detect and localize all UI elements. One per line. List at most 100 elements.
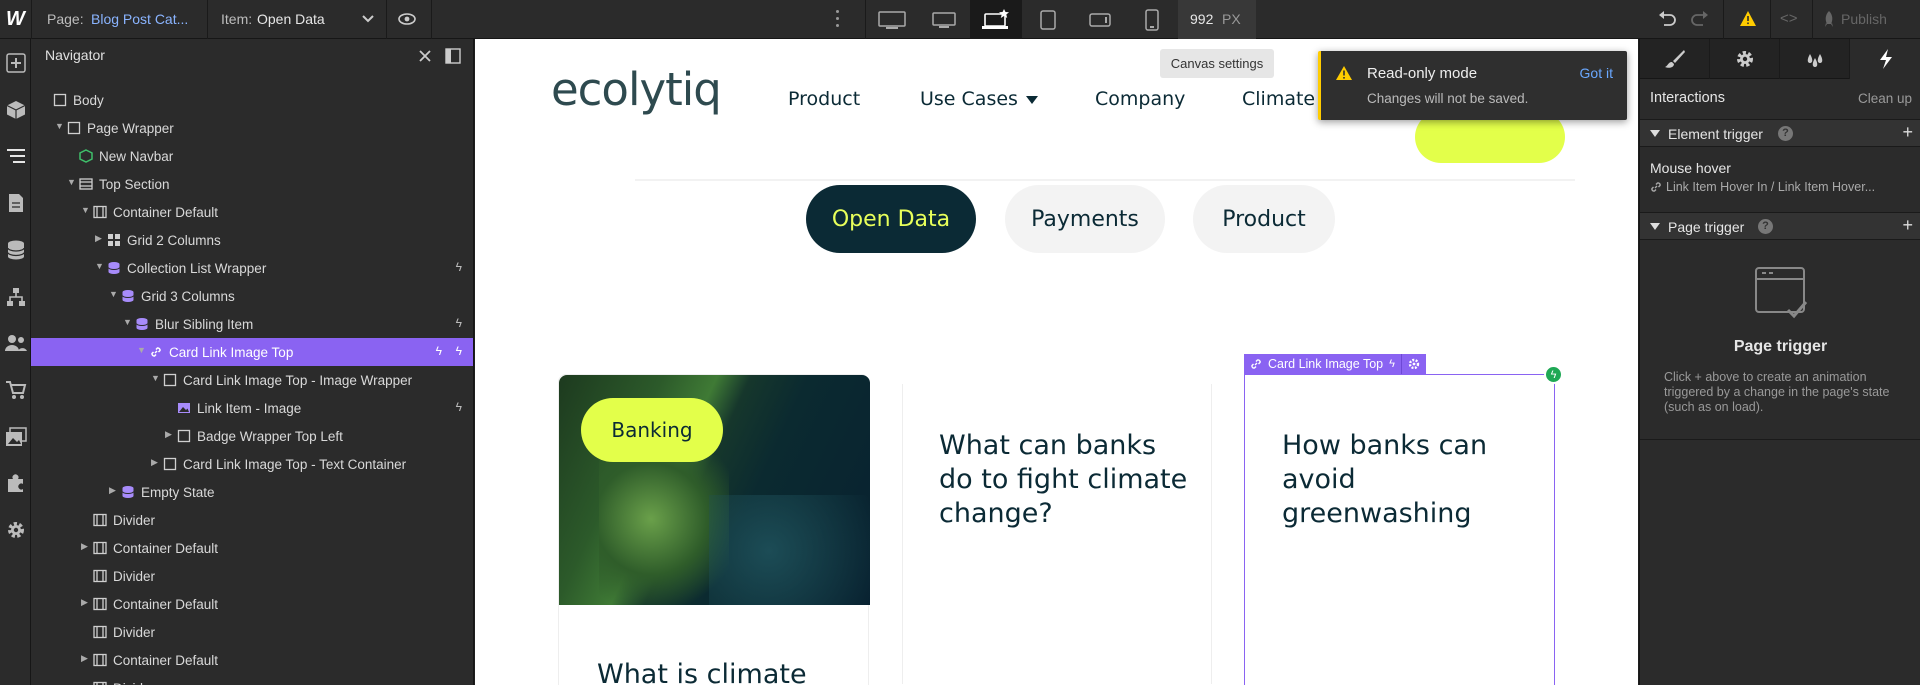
site-nav-product[interactable]: Product bbox=[788, 88, 860, 110]
undo-icon[interactable] bbox=[1658, 11, 1676, 27]
navigator-item-label: Container Default bbox=[113, 597, 219, 612]
caret-down-icon[interactable]: ▼ bbox=[81, 205, 90, 215]
add-page-trigger-icon[interactable]: + bbox=[1902, 215, 1913, 236]
navigator-item[interactable]: ▼ Collection List Wrapper ϟ bbox=[31, 254, 473, 282]
caret-down-icon[interactable]: ▼ bbox=[109, 289, 118, 299]
settings-gear-icon[interactable] bbox=[4, 518, 28, 542]
mobile-landscape-breakpoint-icon[interactable] bbox=[1074, 0, 1126, 39]
caret-down-icon[interactable]: ▼ bbox=[151, 373, 160, 383]
navigator-item[interactable]: Link Item - Image ϟ bbox=[31, 394, 473, 422]
help-icon[interactable]: ? bbox=[1778, 126, 1793, 141]
mouse-hover-subtitle: Link Item Hover In / Link Item Hover... bbox=[1666, 180, 1876, 194]
caret-right-icon[interactable]: ▶ bbox=[81, 541, 88, 552]
page-trigger-illustration-icon bbox=[1755, 267, 1808, 319]
pages-icon[interactable] bbox=[4, 191, 28, 215]
caret-right-icon[interactable]: ▶ bbox=[109, 485, 116, 496]
navigator-item[interactable]: ▶ Grid 2 Columns bbox=[31, 226, 473, 254]
publish-button[interactable]: Publish bbox=[1841, 11, 1887, 27]
settings-gear-icon[interactable] bbox=[1408, 358, 1420, 370]
got-it-button[interactable]: Got it bbox=[1580, 65, 1613, 81]
code-export-icon[interactable]: <> bbox=[1780, 10, 1798, 27]
site-logo[interactable]: ecolytiq bbox=[551, 63, 722, 116]
dock-panel-icon[interactable] bbox=[445, 48, 461, 64]
tablet-breakpoint-icon[interactable] bbox=[1022, 0, 1074, 39]
collapse-all-icon[interactable] bbox=[418, 49, 432, 63]
navigator-item[interactable]: ▼ Container Default bbox=[31, 198, 473, 226]
navigator-item[interactable]: New Navbar bbox=[31, 142, 473, 170]
caret-down-icon[interactable]: ▼ bbox=[123, 317, 132, 327]
mouse-hover-trigger[interactable]: Mouse hover Link Item Hover In / Link It… bbox=[1640, 151, 1920, 201]
webflow-logo[interactable]: W bbox=[0, 0, 31, 39]
canvas-width-value: 992 bbox=[1190, 11, 1214, 27]
navigator-item[interactable]: ▼ Page Wrapper bbox=[31, 114, 473, 142]
navigator-item[interactable]: Body bbox=[31, 86, 473, 114]
caret-down-icon[interactable]: ▼ bbox=[95, 261, 104, 271]
navigator-item[interactable]: ▶ Container Default bbox=[31, 534, 473, 562]
style-tab[interactable] bbox=[1640, 39, 1710, 79]
style-manager-tab[interactable] bbox=[1780, 39, 1850, 79]
selection-label[interactable]: Card Link Image Top ϟ bbox=[1244, 354, 1426, 374]
navigator-item[interactable]: Divider bbox=[31, 562, 473, 590]
navigator-item[interactable]: Divider bbox=[31, 674, 473, 685]
navigator-item[interactable]: ▶ Container Default bbox=[31, 646, 473, 674]
caret-right-icon[interactable]: ▶ bbox=[95, 233, 102, 244]
navigator-icon[interactable] bbox=[4, 144, 28, 168]
card-title-2[interactable]: What can banks do to fight climate chang… bbox=[939, 429, 1189, 531]
navigator-item[interactable]: ▶ Badge Wrapper Top Left bbox=[31, 422, 473, 450]
desktop-medium-breakpoint-icon[interactable] bbox=[918, 0, 970, 39]
add-element-trigger-icon[interactable]: + bbox=[1902, 122, 1913, 143]
interactions-tab[interactable] bbox=[1850, 39, 1920, 79]
caret-down-icon[interactable]: ▼ bbox=[67, 177, 76, 187]
logic-icon[interactable] bbox=[4, 285, 28, 309]
filter-product[interactable]: Product bbox=[1193, 185, 1335, 253]
navigator-item[interactable]: ▼ Grid 3 Columns bbox=[31, 282, 473, 310]
apps-puzzle-icon[interactable] bbox=[4, 471, 28, 495]
filter-open-data[interactable]: Open Data bbox=[806, 185, 976, 253]
navigator-item[interactable]: ▶ Empty State bbox=[31, 478, 473, 506]
desktop-large-breakpoint-icon[interactable] bbox=[866, 0, 918, 39]
chevron-down-icon[interactable] bbox=[362, 14, 374, 24]
redo-icon[interactable] bbox=[1691, 11, 1709, 27]
desktop-base-breakpoint-icon[interactable] bbox=[970, 0, 1022, 39]
assets-icon[interactable] bbox=[4, 425, 28, 449]
navigator-item[interactable]: ▼ Blur Sibling Item ϟ bbox=[31, 310, 473, 338]
components-icon[interactable] bbox=[4, 98, 28, 122]
navigator-item[interactable]: ▶ Container Default bbox=[31, 590, 473, 618]
mobile-portrait-breakpoint-icon[interactable] bbox=[1126, 0, 1178, 39]
ecommerce-cart-icon[interactable] bbox=[4, 378, 28, 402]
item-selector[interactable]: Open Data bbox=[257, 11, 325, 27]
more-options-icon[interactable] bbox=[836, 10, 839, 30]
site-nav-company[interactable]: Company bbox=[1095, 88, 1185, 110]
design-canvas[interactable]: ecolytiq Product Use Cases Company Clima… bbox=[475, 39, 1638, 685]
filter-payments[interactable]: Payments bbox=[1005, 185, 1165, 253]
caret-right-icon[interactable]: ▶ bbox=[81, 653, 88, 664]
page-selector[interactable]: Blog Post Cat... bbox=[91, 11, 188, 27]
caret-right-icon[interactable]: ▶ bbox=[151, 457, 158, 468]
caret-down-icon[interactable]: ▼ bbox=[137, 345, 146, 355]
add-elements-icon[interactable] bbox=[4, 51, 28, 75]
caret-down-icon[interactable]: ▼ bbox=[55, 121, 64, 131]
cms-icon[interactable] bbox=[4, 238, 28, 262]
help-icon[interactable]: ? bbox=[1758, 219, 1773, 234]
page-trigger-section[interactable]: Page trigger ? + bbox=[1640, 212, 1920, 240]
navigator-item[interactable]: ▼ Card Link Image Top ϟ ϟ bbox=[31, 338, 473, 366]
navigator-item[interactable]: ▼ Card Link Image Top - Image Wrapper bbox=[31, 366, 473, 394]
settings-tab[interactable] bbox=[1710, 39, 1780, 79]
users-icon[interactable] bbox=[4, 331, 28, 355]
navigator-item[interactable]: Divider bbox=[31, 506, 473, 534]
caret-right-icon[interactable]: ▶ bbox=[81, 597, 88, 608]
selected-card[interactable]: How banks can avoid greenwashing bbox=[1244, 374, 1555, 685]
clean-up-button[interactable]: Clean up bbox=[1858, 91, 1912, 106]
blog-card[interactable]: Banking What is climate bbox=[558, 374, 870, 685]
navigator-item[interactable]: ▶ Card Link Image Top - Text Container bbox=[31, 450, 473, 478]
caret-down-icon[interactable] bbox=[1025, 95, 1039, 105]
element-trigger-section[interactable]: Element trigger ? + bbox=[1640, 119, 1920, 147]
navigator-item[interactable]: Divider bbox=[31, 618, 473, 646]
warning-icon[interactable] bbox=[1739, 10, 1757, 27]
canvas-width-field[interactable]: 992 PX bbox=[1178, 0, 1256, 39]
preview-eye-icon[interactable] bbox=[398, 12, 416, 26]
interaction-indicator-icon[interactable]: ϟ bbox=[1544, 365, 1563, 384]
site-nav-use-cases[interactable]: Use Cases bbox=[920, 88, 1018, 110]
navigator-item[interactable]: ▼ Top Section bbox=[31, 170, 473, 198]
caret-right-icon[interactable]: ▶ bbox=[165, 429, 172, 440]
